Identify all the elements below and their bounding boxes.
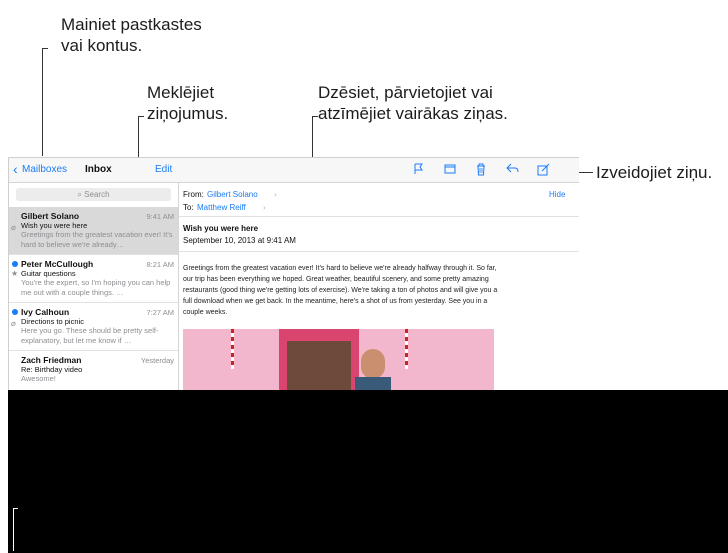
message-date: September 10, 2013 at 9:41 AM xyxy=(183,236,296,245)
search-input[interactable]: ⌕ Search xyxy=(16,188,171,201)
callout-actions-line1: Dzēsiet, pārvietojiet vai xyxy=(318,83,493,102)
sender-name: Zach Friedman xyxy=(21,355,82,365)
message-subject: Wish you were here xyxy=(21,221,88,230)
message-subject: Directions to picnic xyxy=(21,317,84,326)
list-item[interactable]: ★ Peter McCullough 8:21 AM Guitar questi… xyxy=(9,255,178,303)
chevron-right-icon: › xyxy=(263,203,266,212)
list-item[interactable]: ⌀ Gilbert Solano 9:41 AM Wish you were h… xyxy=(9,207,178,255)
callout-search: Meklējiet ziņojumus. xyxy=(147,82,228,124)
divider xyxy=(179,216,579,217)
callout-search-line2: ziņojumus. xyxy=(147,104,229,123)
compose-icon[interactable] xyxy=(536,163,550,177)
message-time: Yesterday xyxy=(140,356,174,365)
flag-icon[interactable] xyxy=(412,163,426,177)
message-preview: Awesome! xyxy=(21,374,56,383)
callout-mailboxes-line2: vai kontus. xyxy=(61,36,143,55)
toolbar: ‹ Mailboxes Inbox Edit xyxy=(9,158,579,183)
unread-dot-icon xyxy=(12,261,18,267)
to-label: To: xyxy=(183,203,194,212)
body-line: couple weeks. xyxy=(183,309,228,316)
message-body: Greetings from the greatest vacation eve… xyxy=(183,263,578,318)
callout-search-line1: Meklējiet xyxy=(147,83,215,102)
inbox-title: Inbox xyxy=(85,164,112,175)
trash-icon[interactable] xyxy=(474,163,488,177)
message-detail: From: Gilbert Solano › Hide To: Matthew … xyxy=(179,183,579,391)
sender-name: Ivy Calhoun xyxy=(21,307,70,317)
unread-dot-icon xyxy=(12,309,18,315)
to-recipient-link[interactable]: Matthew Reiff xyxy=(197,203,246,212)
star-icon: ★ xyxy=(11,269,19,278)
body-line: restaurants (good thing we're getting lo… xyxy=(183,287,498,294)
message-subject: Guitar questions xyxy=(21,269,76,278)
from-sender-link[interactable]: Gilbert Solano xyxy=(207,190,258,199)
folder-icon[interactable] xyxy=(443,163,457,177)
hide-button[interactable]: Hide xyxy=(549,190,565,199)
bracket-top xyxy=(13,508,18,509)
message-preview: You're the expert, so I'm hoping you can… xyxy=(21,278,171,297)
attachment-icon: ⌀ xyxy=(11,223,16,232)
edit-button[interactable]: Edit xyxy=(155,164,172,175)
message-list: ⌕ Search ⌀ Gilbert Solano 9:41 AM Wish y… xyxy=(9,183,179,391)
attached-photo[interactable] xyxy=(183,329,494,391)
callout-actions-line2: atzīmējiet vairākas ziņas. xyxy=(318,104,508,123)
body-line: our trip has been everything we hoped. G… xyxy=(183,276,489,283)
from-label: From: xyxy=(183,190,204,199)
sender-name: Gilbert Solano xyxy=(21,211,80,221)
leader-actions-hook xyxy=(312,116,318,117)
message-time: 8:21 AM xyxy=(146,260,174,269)
callout-actions: Dzēsiet, pārvietojiet vai atzīmējiet vai… xyxy=(318,82,508,124)
reply-icon[interactable] xyxy=(505,163,519,177)
chevron-right-icon: › xyxy=(274,190,277,199)
message-subject: Re: Birthday video xyxy=(21,365,83,374)
callout-compose: Izveidojiet ziņu. xyxy=(596,162,712,183)
message-preview: Greetings from the greatest vacation eve… xyxy=(21,230,173,249)
bracket-vertical xyxy=(13,508,14,551)
back-chevron-icon[interactable]: ‹ xyxy=(13,161,18,177)
sender-name: Peter McCullough xyxy=(21,259,94,269)
message-time: 7:27 AM xyxy=(146,308,174,317)
body-line: full download when we get back. In the m… xyxy=(183,298,488,305)
message-preview: Here you go. These should be pretty self… xyxy=(21,326,159,345)
callout-compose-text: Izveidojiet ziņu. xyxy=(596,163,713,182)
black-overlay xyxy=(8,390,728,553)
divider xyxy=(179,251,579,252)
leader-mailboxes xyxy=(42,48,43,156)
search-placeholder: Search xyxy=(84,190,110,199)
mail-window: ‹ Mailboxes Inbox Edit ⌕ Search ⌀ Gilber… xyxy=(8,157,579,391)
message-subject-heading: Wish you were here xyxy=(183,224,259,233)
leader-search-hook xyxy=(138,116,144,117)
list-item[interactable]: ⌀ Ivy Calhoun 7:27 AM Directions to picn… xyxy=(9,303,178,351)
callout-mailboxes-line1: Mainiet pastkastes xyxy=(61,15,202,34)
mailboxes-button[interactable]: Mailboxes xyxy=(22,164,67,175)
leader-mailboxes-hook xyxy=(42,48,48,49)
list-item[interactable]: Zach Friedman Yesterday Re: Birthday vid… xyxy=(9,351,178,391)
callout-mailboxes: Mainiet pastkastes vai kontus. xyxy=(61,14,202,56)
attachment-icon: ⌀ xyxy=(11,319,16,328)
message-time: 9:41 AM xyxy=(146,212,174,221)
body-line: Greetings from the greatest vacation eve… xyxy=(183,265,497,272)
